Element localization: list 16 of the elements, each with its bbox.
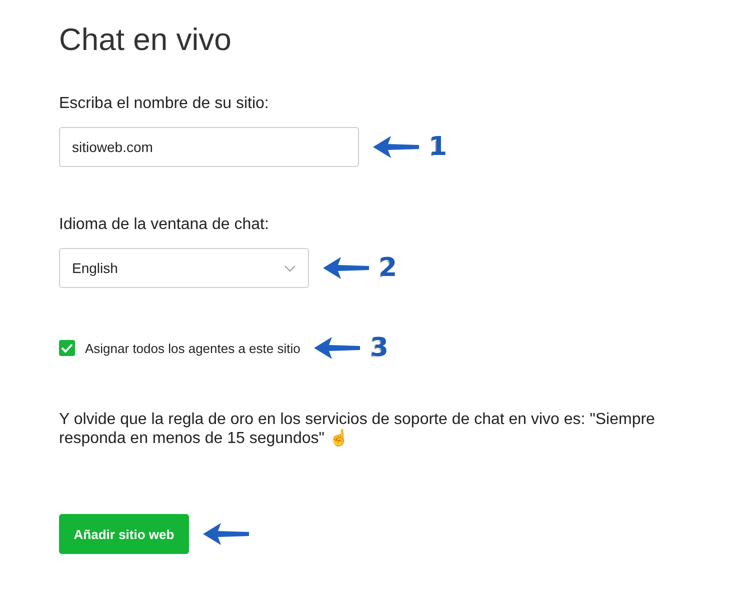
field-label: Idioma de la ventana de chat: <box>59 216 270 234</box>
chevron-down-icon <box>284 264 296 272</box>
arrow-icon <box>321 256 371 280</box>
language-dropdown[interactable]: English <box>59 248 309 288</box>
site-name-field[interactable]: sitioweb.com <box>59 127 359 167</box>
field-label: Escriba el nombre de su sitio: <box>59 95 270 113</box>
checkbox[interactable] <box>59 340 75 356</box>
checkbox-label: Asignar todos los agentes a este sitio <box>85 340 300 356</box>
arrow-icon <box>201 522 251 546</box>
arrow-icon <box>371 135 421 159</box>
annotation-number: 3 <box>370 333 388 363</box>
annotation-number: 1 <box>429 132 448 162</box>
page-title: Chat en vivo <box>59 22 232 58</box>
arrow-icon <box>312 336 362 360</box>
annotation-number: 2 <box>379 253 398 283</box>
note-text: Y olvide que la regla de oro en los servicios de soporte de chat en vivo es: "Siempre responda en menos de 15 segundos" ☝ <box>59 410 656 448</box>
